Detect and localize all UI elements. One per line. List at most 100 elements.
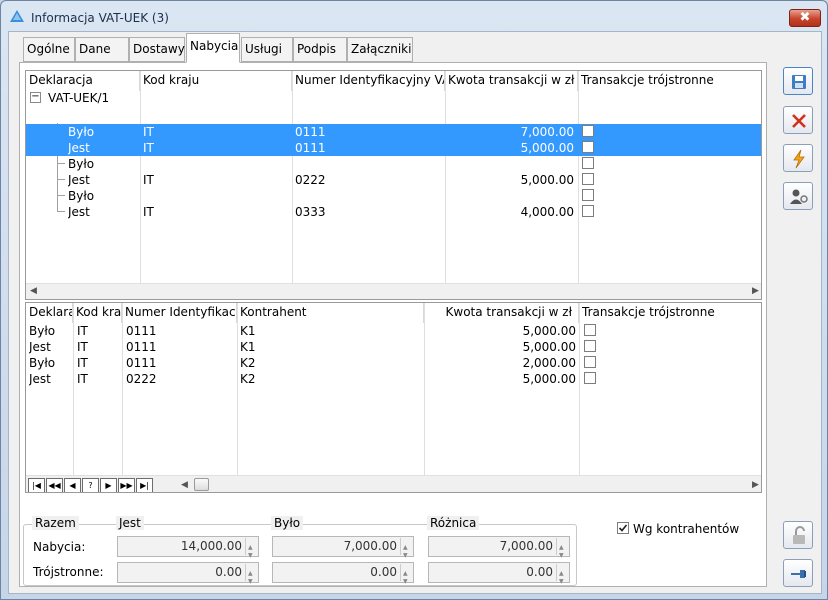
row-triangular-checkbox[interactable] [582, 141, 594, 153]
table-row-selected[interactable] [26, 140, 761, 156]
tab-nabycia[interactable]: Nabycia [186, 33, 240, 63]
row-triangular-checkbox[interactable] [582, 125, 594, 137]
row-declaration[interactable]: Było [68, 156, 94, 172]
tree-collapse-icon[interactable]: − [30, 92, 41, 103]
spin-icon[interactable]: ▲ ▼ [556, 538, 568, 559]
scroll-right-icon[interactable]: ▶ [752, 286, 759, 296]
column-header-country-code[interactable]: Kod kra [73, 303, 122, 323]
row-country: IT [77, 340, 88, 354]
nav-prev-page-button[interactable]: ◀◀ [46, 478, 63, 492]
tab-dostawy[interactable]: Dostawy [129, 37, 185, 62]
row-declaration: Jest [29, 372, 51, 386]
row-contractor: K1 [240, 324, 256, 338]
pin-icon [791, 570, 806, 578]
spin-icon[interactable]: ▲ ▼ [400, 564, 412, 585]
row-triangular-checkbox[interactable] [584, 356, 596, 368]
row-declaration[interactable]: Jest [68, 204, 90, 220]
tab-dane[interactable]: Dane [75, 37, 129, 62]
delete-button[interactable] [783, 106, 813, 134]
row-contractor: K2 [240, 356, 256, 370]
row-country: IT [143, 125, 154, 139]
user-settings-button[interactable] [783, 182, 813, 210]
tree-root-label[interactable]: VAT-UEK/1 [48, 90, 109, 106]
column-header-contractor[interactable]: Kontrahent [237, 303, 424, 323]
nav-last-button[interactable]: ▶| [136, 478, 153, 492]
window-title: Informacja VAT-UEK (3) [31, 11, 169, 25]
row-triangular-checkbox[interactable] [582, 173, 594, 185]
row-declaration[interactable]: Było [68, 188, 94, 204]
row-country: IT [77, 372, 88, 386]
row-declaration[interactable]: Jest [68, 172, 90, 188]
calculate-button[interactable] [783, 144, 813, 172]
spin-icon[interactable]: ▲ ▼ [245, 564, 257, 585]
field-value: 0.00 [370, 565, 397, 579]
nav-next-page-button[interactable]: ▶▶ [118, 478, 135, 492]
spin-icon[interactable]: ▲ ▼ [556, 564, 568, 585]
summary-group-label: Razem [32, 516, 79, 530]
save-button[interactable] [783, 67, 813, 95]
nav-help-button[interactable]: ? [82, 478, 99, 492]
checkmark-icon [618, 524, 628, 532]
scroll-left-icon[interactable]: ◀ [181, 480, 188, 490]
calculate-icon [793, 149, 805, 169]
row-vat-number: 0222 [295, 173, 326, 187]
upper-horizontal-scrollbar[interactable]: ◀ ▶ [26, 283, 761, 299]
nabycia-roznica-field[interactable]: 7,000.00 ▲ ▼ [428, 536, 570, 559]
trojstronne-roznica-field[interactable]: 0.00 ▲ ▼ [428, 562, 570, 585]
tab-zalaczniki[interactable]: Załączniki [347, 37, 413, 62]
column-header-declaration[interactable]: Deklaracja [26, 71, 140, 91]
summary-col-bylo: Było [271, 516, 304, 530]
by-contractors-label[interactable]: Wg kontrahentów [633, 522, 739, 536]
by-contractors-checkbox[interactable] [617, 522, 629, 534]
unlock-icon [793, 526, 805, 544]
column-header-amount[interactable]: Kwota transakcji w zł [424, 303, 579, 323]
nabycia-bylo-field[interactable]: 7,000.00 ▲ ▼ [272, 536, 414, 559]
delete-icon [792, 114, 806, 128]
row-triangular-checkbox[interactable] [582, 189, 594, 201]
scroll-thumb[interactable] [194, 478, 209, 491]
row-triangular-checkbox[interactable] [582, 157, 594, 169]
row-amount: 4,000.00 [520, 205, 574, 219]
nav-first-button[interactable]: |◀ [28, 478, 45, 492]
nav-next-button[interactable]: ▶ [100, 478, 117, 492]
row-vat-number: 0111 [295, 141, 326, 155]
row-declaration: Było [29, 324, 56, 338]
contractors-grid[interactable]: Deklara Kod kra Numer Identyfikacy Kontr… [25, 302, 762, 493]
spin-icon[interactable]: ▲ ▼ [400, 538, 412, 559]
row-vat-number: 0333 [295, 205, 326, 219]
row-vat-number: 0111 [126, 340, 157, 354]
nav-prev-button[interactable]: ◀ [64, 478, 81, 492]
declarations-tree-grid[interactable]: Deklaracja Kod kraju Numer Identyfikacyj… [25, 70, 762, 300]
row-triangular-checkbox[interactable] [584, 372, 596, 384]
unlock-button[interactable] [783, 521, 813, 549]
spin-icon[interactable]: ▲ ▼ [245, 538, 257, 559]
column-header-declaration[interactable]: Deklara [26, 303, 73, 323]
trojstronne-jest-field[interactable]: 0.00 ▲ ▼ [117, 562, 259, 585]
field-value: 0.00 [526, 565, 553, 579]
column-header-triangular[interactable]: Transakcje trójstronne [578, 71, 761, 91]
trojstronne-bylo-field[interactable]: 0.00 ▲ ▼ [272, 562, 414, 585]
close-button[interactable]: ✖ [789, 9, 821, 27]
scroll-left-icon[interactable]: ◀ [30, 286, 37, 296]
save-icon [792, 75, 806, 89]
table-row-selected[interactable] [26, 124, 761, 140]
column-header-amount[interactable]: Kwota transakcji w zł [445, 71, 578, 91]
row-country: IT [143, 141, 154, 155]
column-header-vat-number[interactable]: Numer Identyfikacy [122, 303, 237, 323]
column-header-triangular[interactable]: Transakcje trójstronne [579, 303, 761, 323]
row-amount: 5,000.00 [520, 141, 574, 155]
column-header-vat-number[interactable]: Numer Identyfikacyjny VA [292, 71, 445, 91]
nabycia-jest-field[interactable]: 14,000.00 ▲ ▼ [117, 536, 259, 559]
tab-uslugi[interactable]: Usługi [241, 37, 293, 62]
column-header-country-code[interactable]: Kod kraju [140, 71, 292, 91]
row-declaration: Było [29, 356, 56, 370]
row-triangular-checkbox[interactable] [584, 340, 596, 352]
app-icon [10, 10, 24, 22]
tab-podpis[interactable]: Podpis [293, 37, 347, 62]
row-triangular-checkbox[interactable] [584, 324, 596, 336]
pin-button[interactable] [783, 559, 813, 587]
scroll-right-icon[interactable]: ▶ [752, 480, 759, 490]
field-value: 0.00 [215, 565, 242, 579]
row-triangular-checkbox[interactable] [582, 205, 594, 217]
tab-ogolne[interactable]: Ogólne [23, 37, 75, 62]
